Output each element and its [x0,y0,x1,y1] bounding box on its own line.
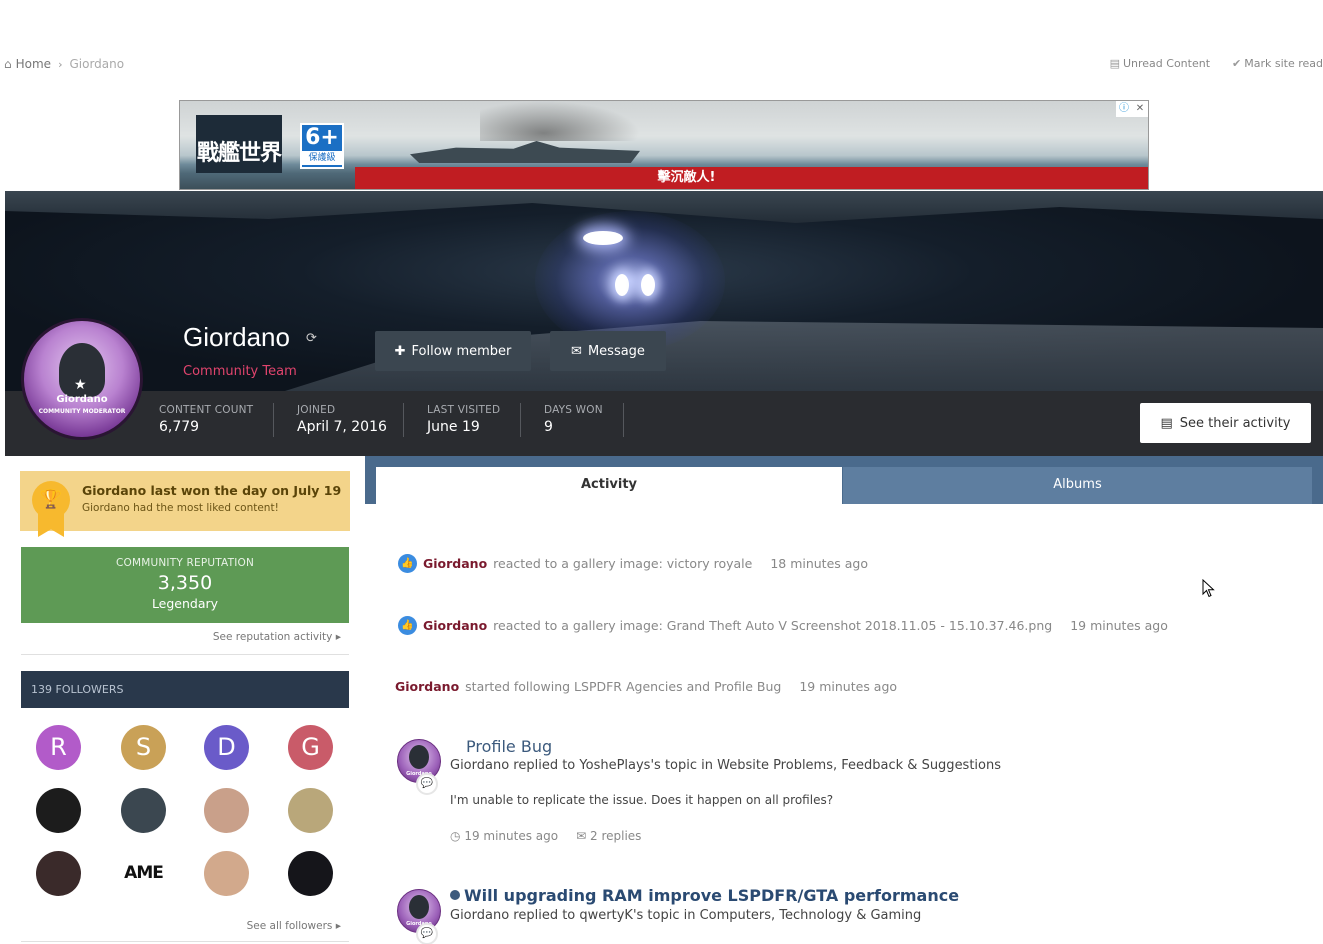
advertisement-banner[interactable]: 戰艦世界 6+ 保護級 擊沉敵人! ⓘ ✕ [179,100,1149,190]
cover-light [583,231,623,245]
see-activity-button[interactable]: ▤ See their activity [1140,403,1311,443]
stream-time: 19 minutes ago [1070,618,1168,633]
follower-avatar[interactable]: G [288,725,333,770]
followers-header: 139 FOLLOWERS [21,671,349,708]
mouse-cursor-icon [1202,579,1215,598]
profile-page: ⌂ Home › Giordano ▤ Unread Content ✔ Mark … [0,0,1323,944]
follower-avatar[interactable] [36,788,81,833]
post-footer: ◷ 19 minutes ago ✉ 2 replies [450,829,641,843]
stream-text[interactable]: started following LSPDFR Agencies and Pr… [465,679,781,694]
stat-divider [273,403,274,437]
breadcrumb-current: Giordano [69,57,125,71]
post-title[interactable]: Will upgrading RAM improve LSPDFR/GTA pe… [450,886,959,905]
stat-divider [403,403,404,437]
post-meta: Giordano replied to YoshePlays's topic i… [450,758,1002,773]
star-icon: ★ [74,377,87,393]
checkmark-icon: ✔ [1232,57,1242,70]
ad-brand-logo: 戰艦世界 [196,115,282,173]
home-icon: ⌂ [4,57,12,71]
mark-site-read-link[interactable]: ✔ Mark site read [1232,57,1323,70]
stream-text[interactable]: reacted to a gallery image: Grand Theft … [493,618,1052,633]
follower-avatar[interactable]: S [121,725,166,770]
stream-item: 👍 Giordano reacted to a gallery image: v… [398,554,868,573]
follower-avatar[interactable]: AME [121,851,166,896]
profile-name: Giordano [183,322,290,352]
follower-avatar[interactable]: D [204,725,249,770]
tab-albums[interactable]: Albums [843,467,1312,504]
unread-indicator-icon [450,890,460,900]
follower-avatar[interactable] [204,851,249,896]
follower-avatar[interactable] [36,851,81,896]
stat-last-visited: LAST VISITED June 19 [427,404,501,435]
newspaper-icon: ▤ [1160,415,1173,431]
post-body: I'm unable to replicate the issue. Does … [450,793,834,807]
reputation-activity-link[interactable]: See reputation activity ▸ [21,631,341,643]
profile-tabs: Activity Albums [365,456,1323,504]
top-actions: ▤ Unread Content ✔ Mark site read [1110,57,1323,70]
divider [21,654,349,655]
tab-activity[interactable]: Activity [376,467,842,504]
stat-divider [623,403,624,437]
cover-headlight-left [615,274,629,296]
add-user-icon: ✚ [394,343,406,359]
stream-time: 19 minutes ago [799,679,898,694]
post-replies[interactable]: 2 replies [590,829,641,843]
follower-avatar[interactable]: R [36,725,81,770]
newspaper-icon: ▤ [1109,57,1120,70]
ad-tagline: 擊沉敵人! [355,167,1148,189]
stream-user-link[interactable]: Giordano [395,679,459,694]
caret-right-icon: ▸ [335,631,341,643]
post-meta: Giordano replied to qwertyK's topic in C… [450,908,922,923]
profile-stats-bar: CONTENT COUNT 6,779 JOINED April 7, 2016… [5,391,1323,456]
reputation-panel: COMMUNITY REPUTATION 3,350 Legendary [21,547,349,623]
follower-avatar[interactable] [204,788,249,833]
follower-avatar[interactable] [288,788,333,833]
ad-rating-badge: 6+ 保護級 [300,123,344,169]
avatar[interactable]: ★ Giordano COMMUNITY MODERATOR [21,318,143,440]
chevron-right-icon: › [58,57,63,71]
close-icon[interactable]: ✕ [1132,101,1148,117]
ad-choices[interactable]: ⓘ ✕ [1116,101,1148,117]
thumbs-up-icon: 👍 [398,616,417,635]
post-title[interactable]: Profile Bug [466,737,552,756]
stream-text[interactable]: reacted to a gallery image: victory roya… [493,556,752,571]
stat-content-count: CONTENT COUNT 6,779 [159,404,254,435]
breadcrumb: ⌂ Home › Giordano [4,57,124,71]
thumbs-up-icon: 👍 [398,554,417,573]
see-all-followers-link[interactable]: See all followers ▸ [21,920,341,932]
unread-content-link[interactable]: ▤ Unread Content [1110,57,1210,70]
stat-joined: JOINED April 7, 2016 [297,404,387,435]
post-time[interactable]: 19 minutes ago [464,829,558,843]
day-won-panel: 🏆 Giordano last won the day on July 19 G… [20,471,350,537]
ad-smoke [480,101,640,141]
stat-divider [520,403,521,437]
caret-right-icon: ▸ [335,920,341,932]
stat-days-won: DAYS WON 9 [544,404,603,435]
trophy-icon: 🏆 [32,481,70,519]
breadcrumb-home[interactable]: Home [16,57,51,71]
comment-icon: 💬 [416,923,438,944]
stream-user-link[interactable]: Giordano [423,618,487,633]
stream-time: 18 minutes ago [770,556,869,571]
cover-glow [535,211,725,351]
profile-role: Community Team [183,364,297,379]
cover-headlight-right [641,274,655,296]
stream-item: 👍 Giordano reacted to a gallery image: G… [398,616,1168,635]
ad-ship-image [410,141,640,163]
envelope-icon: ✉ [571,343,582,359]
comment-icon: ✉ [576,829,587,843]
info-icon[interactable]: ⓘ [1116,101,1132,117]
stream-user-link[interactable]: Giordano [423,556,487,571]
clock-icon: ◷ [450,829,461,843]
message-button[interactable]: ✉ Message [550,331,666,371]
follower-avatar[interactable] [121,788,166,833]
history-icon[interactable]: ⟳ [306,331,317,346]
comment-icon: 💬 [416,773,438,795]
stream-item: Giordano started following LSPDFR Agenci… [395,679,897,694]
follower-avatar[interactable] [288,851,333,896]
follow-member-button[interactable]: ✚ Follow member [375,331,531,371]
divider [21,941,349,942]
